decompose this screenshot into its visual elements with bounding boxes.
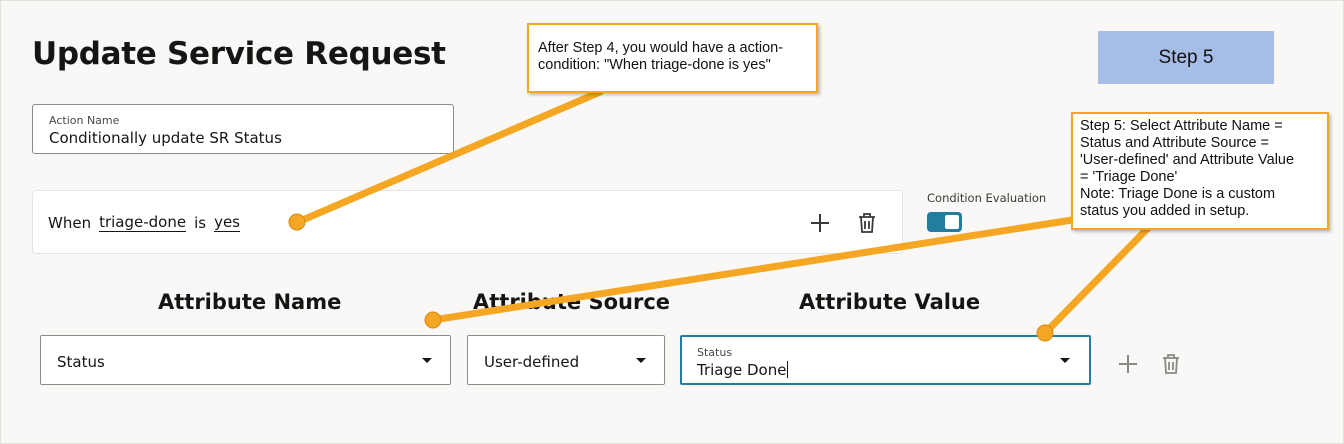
step4-callout-line: After Step 4, you would have a action- bbox=[538, 40, 784, 56]
step5-callout-line: status you added in setup. bbox=[1080, 203, 1250, 219]
callout-anchor-dot bbox=[1036, 324, 1054, 342]
step5-callout: Step 5: Select Attribute Name = Status a… bbox=[1071, 112, 1329, 230]
callout-anchor-dot bbox=[424, 311, 442, 329]
step5-callout-line: Step 5: Select Attribute Name = bbox=[1080, 118, 1283, 134]
step5-callout-line: 'User-defined' and Attribute Value bbox=[1080, 152, 1295, 168]
step5-callout-line: = 'Triage Done' bbox=[1080, 169, 1178, 185]
step4-callout-line: condition: "When triage-done is yes" bbox=[538, 57, 771, 73]
callout-anchor-dot bbox=[288, 213, 306, 231]
step5-callout-line: Status and Attribute Source = bbox=[1080, 135, 1270, 151]
step4-callout: After Step 4, you would have a action- c… bbox=[527, 23, 818, 93]
step5-callout-line: Note: Triage Done is a custom bbox=[1080, 186, 1276, 202]
